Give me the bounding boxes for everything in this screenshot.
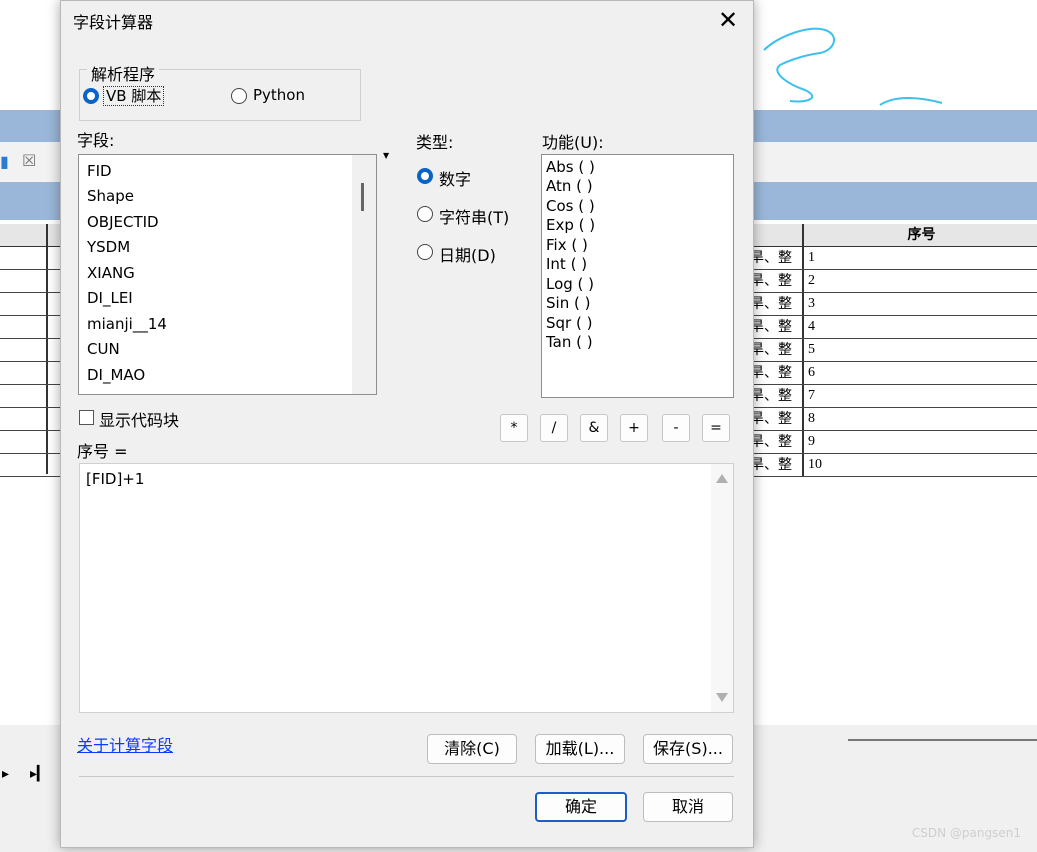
operator-concat-button[interactable]: &: [580, 414, 608, 442]
functions-list[interactable]: Abs ( ) Atn ( ) Cos ( ) Exp ( ) Fix ( ) …: [541, 154, 734, 398]
checkbox-unchecked-icon[interactable]: [79, 410, 94, 425]
type-label: 类型:: [416, 133, 454, 152]
table-cell: 旱、整: [750, 342, 792, 358]
about-calculate-field-link[interactable]: 关于计算字段: [77, 732, 173, 756]
list-item[interactable]: OBJECTID: [87, 212, 159, 232]
watermark: CSDN @pangsen1: [911, 826, 1021, 840]
scroll-up-icon[interactable]: [716, 474, 728, 483]
table-cell: 2: [802, 270, 1037, 292]
list-item[interactable]: Abs ( ): [546, 158, 595, 177]
table-cell: 旱、整: [750, 388, 792, 404]
list-item[interactable]: CUN: [87, 339, 120, 359]
radio-label: 日期(D): [439, 246, 496, 265]
table-cell: 3: [802, 293, 1037, 315]
table-cell: 6: [802, 362, 1037, 384]
operator-divide-button[interactable]: /: [540, 414, 568, 442]
list-item[interactable]: Exp ( ): [546, 216, 595, 235]
clear-button[interactable]: 清除(C): [427, 734, 517, 764]
field-calculator-dialog: 字段计算器 ✕ 解析程序 VB 脚本 Python 字段: FID Shape …: [60, 0, 754, 848]
list-item[interactable]: FID: [87, 161, 112, 181]
list-item[interactable]: Int ( ): [546, 255, 587, 274]
table-cell: 4: [802, 316, 1037, 338]
table-cell: 旱、整: [750, 273, 792, 289]
list-item[interactable]: DI_MAO: [87, 365, 145, 385]
radio-label: VB 脚本: [103, 86, 165, 106]
play-next-icon[interactable]: ▸: [2, 766, 9, 782]
radio-unselected-icon[interactable]: [231, 88, 247, 104]
list-item[interactable]: Cos ( ): [546, 197, 595, 216]
operator-multiply-button[interactable]: *: [500, 414, 528, 442]
scrollbar-thumb[interactable]: [361, 183, 364, 211]
list-item[interactable]: DI_LEI: [87, 288, 133, 308]
table-cell: 旱、整: [750, 319, 792, 335]
list-item[interactable]: Shape: [87, 186, 134, 206]
fields-scrollbar[interactable]: [352, 155, 376, 394]
list-item[interactable]: mianji__14: [87, 314, 167, 334]
list-item[interactable]: Sqr ( ): [546, 314, 592, 333]
list-item[interactable]: XIANG: [87, 263, 135, 283]
column-header-xuhao[interactable]: 序号: [802, 224, 1037, 246]
list-item[interactable]: Log ( ): [546, 275, 594, 294]
horizontal-scrollbar[interactable]: [848, 739, 1037, 741]
expression-textarea[interactable]: [FID]+1: [79, 463, 734, 713]
table-cell: 8: [802, 408, 1037, 430]
toolbar-icon[interactable]: ☒: [22, 151, 36, 170]
table-cell: 9: [802, 431, 1037, 453]
parser-group-label: 解析程序: [87, 61, 160, 85]
operator-minus-button[interactable]: -: [662, 414, 690, 442]
toolbar-icon[interactable]: ▮: [0, 152, 9, 171]
expression-scrollbar[interactable]: [711, 464, 733, 712]
scroll-down-icon[interactable]: [716, 693, 728, 702]
fields-list[interactable]: FID Shape OBJECTID YSDM XIANG DI_LEI mia…: [78, 154, 377, 395]
list-item[interactable]: Tan ( ): [546, 333, 593, 352]
skip-end-icon[interactable]: ▸▎: [30, 766, 48, 782]
dialog-title: 字段计算器: [73, 13, 154, 32]
expression-text[interactable]: [FID]+1: [86, 470, 144, 488]
expression-label: 序号 =: [77, 442, 128, 461]
checkbox-label: 显示代码块: [99, 411, 180, 430]
radio-label: 字符串(T): [439, 208, 510, 227]
list-item[interactable]: Fix ( ): [546, 236, 588, 255]
radio-label: 数字: [439, 170, 472, 189]
table-cell: 旱、整: [750, 296, 792, 312]
map-feature-outline: [763, 27, 943, 106]
dropdown-arrow-icon[interactable]: ▼: [383, 151, 389, 160]
table-cell: 旱、整: [750, 365, 792, 381]
radio-selected-icon[interactable]: [417, 168, 433, 184]
list-item[interactable]: YSDM: [87, 237, 130, 257]
table-cell: 5: [802, 339, 1037, 361]
radio-label: Python: [253, 86, 305, 104]
radio-unselected-icon[interactable]: [417, 244, 433, 260]
load-button[interactable]: 加载(L)...: [535, 734, 625, 764]
close-icon[interactable]: ✕: [713, 5, 743, 35]
operator-equals-button[interactable]: =: [702, 414, 730, 442]
list-item[interactable]: Atn ( ): [546, 177, 593, 196]
list-item[interactable]: Sin ( ): [546, 294, 590, 313]
radio-unselected-icon[interactable]: [417, 206, 433, 222]
operator-plus-button[interactable]: +: [620, 414, 648, 442]
save-button[interactable]: 保存(S)...: [643, 734, 733, 764]
ok-button[interactable]: 确定: [535, 792, 627, 822]
functions-label: 功能(U):: [542, 133, 604, 152]
table-cell: 10: [802, 454, 1037, 476]
cancel-button[interactable]: 取消: [643, 792, 733, 822]
table-cell: 旱、整: [750, 457, 792, 473]
table-cell: 旱、整: [750, 250, 792, 266]
separator: [79, 776, 734, 777]
radio-selected-icon[interactable]: [83, 88, 99, 104]
table-cell: 7: [802, 385, 1037, 407]
table-cell: 旱、整: [750, 434, 792, 450]
fields-label: 字段:: [77, 131, 115, 150]
table-cell: 1: [802, 247, 1037, 269]
table-cell: 旱、整: [750, 411, 792, 427]
